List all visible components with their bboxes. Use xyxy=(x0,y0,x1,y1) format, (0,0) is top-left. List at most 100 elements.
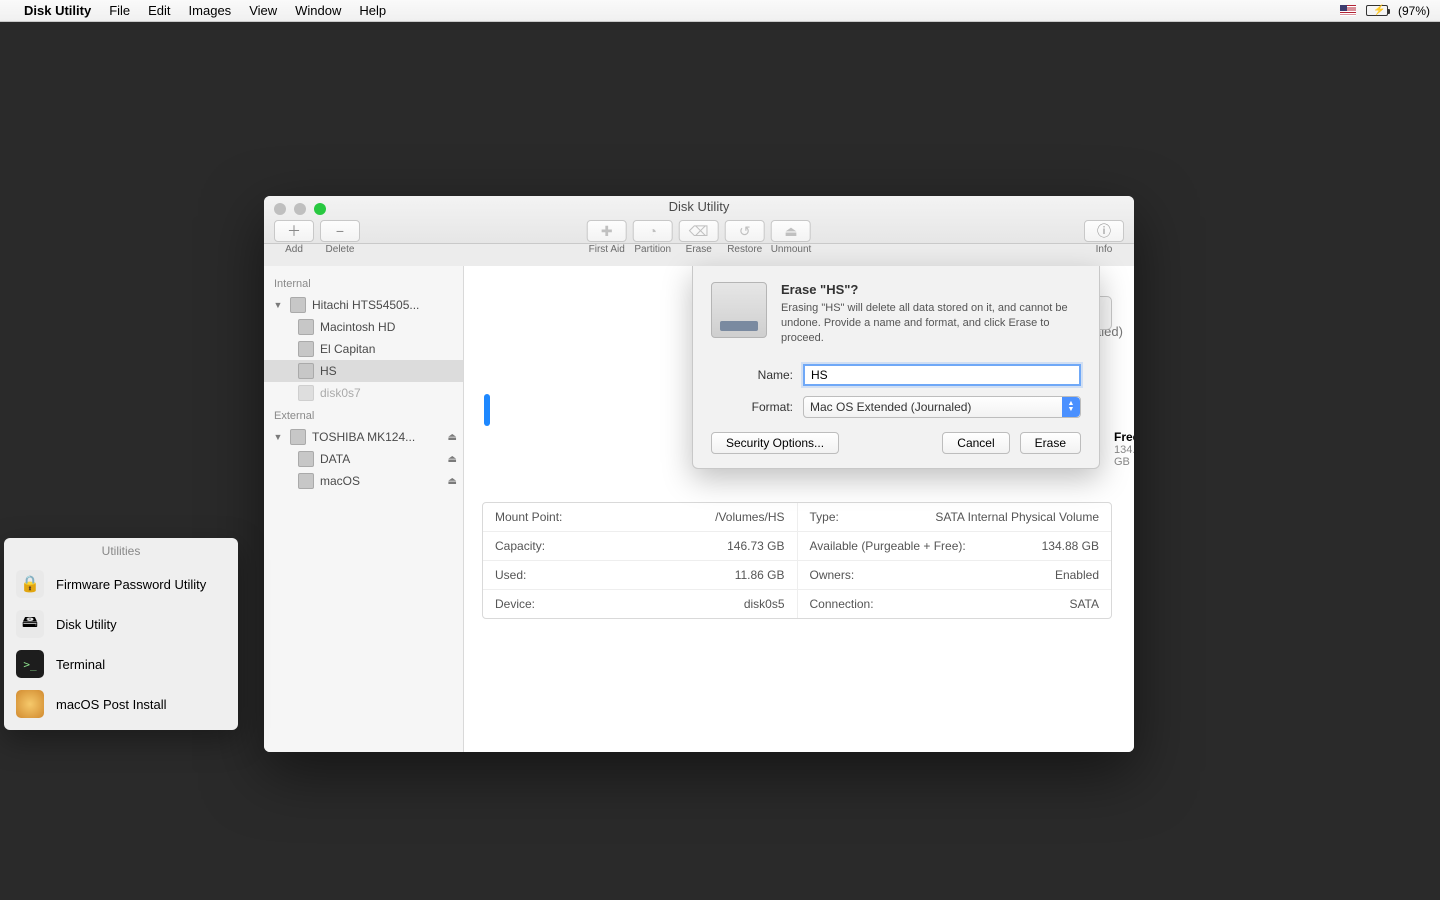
sidebar-item-label: El Capitan xyxy=(320,342,375,356)
sidebar-item-label: Hitachi HTS54505... xyxy=(312,298,419,312)
format-label: Format: xyxy=(711,400,793,414)
detail-value: /Volumes/HS xyxy=(715,510,784,524)
sidebar-item-label: disk0s7 xyxy=(320,386,361,400)
detail-key: Available (Purgeable + Free): xyxy=(810,539,966,553)
toolbar-unmount-button[interactable]: ⏏Unmount xyxy=(771,220,812,255)
drive-icon xyxy=(290,297,306,313)
select-arrows-icon: ▲▼ xyxy=(1062,397,1080,417)
sidebar-vol-disk0s7[interactable]: disk0s7 xyxy=(264,382,463,404)
toolbar-partition-label: Partition xyxy=(634,244,671,255)
volume-icon xyxy=(298,385,314,401)
sidebar: Internal ▼Hitachi HTS54505... Macintosh … xyxy=(264,266,464,752)
toolbar-add-label: Add xyxy=(285,244,303,255)
eject-icon[interactable]: ⏏ xyxy=(448,476,457,487)
sidebar-item-label: TOSHIBA MK124... xyxy=(312,430,415,444)
detail-key: Owners: xyxy=(810,568,855,582)
dock-item-diskutility[interactable]: 🖴 Disk Utility xyxy=(4,604,238,644)
free-legend: Free 134.88 GB xyxy=(1114,430,1134,468)
menubar: Disk Utility File Edit Images View Windo… xyxy=(0,0,1440,22)
volume-icon xyxy=(298,363,314,379)
sidebar-vol-macintosh-hd[interactable]: Macintosh HD xyxy=(264,316,463,338)
toolbar-erase-label: Erase xyxy=(686,244,712,255)
sidebar-disk-internal[interactable]: ▼Hitachi HTS54505... xyxy=(264,294,463,316)
eject-icon[interactable]: ⏏ xyxy=(448,454,457,465)
toolbar-partition-button[interactable]: ◔Partition xyxy=(633,220,673,255)
drive-icon xyxy=(290,429,306,445)
detail-key: Used: xyxy=(495,568,526,582)
menu-images[interactable]: Images xyxy=(189,3,232,18)
dock-item-label: macOS Post Install xyxy=(56,697,167,712)
sidebar-item-label: macOS xyxy=(320,474,360,488)
dock-utilities-popup: Utilities 🔒 Firmware Password Utility 🖴 Di… xyxy=(4,538,238,730)
cancel-button[interactable]: Cancel xyxy=(942,432,1009,454)
detail-value: Enabled xyxy=(1055,568,1099,582)
menu-edit[interactable]: Edit xyxy=(148,3,170,18)
sidebar-disk-external[interactable]: ▼TOSHIBA MK124...⏏ xyxy=(264,426,463,448)
drive-large-icon xyxy=(711,282,767,338)
free-label: Free xyxy=(1114,430,1134,444)
toolbar-firstaid-button[interactable]: ✚First Aid xyxy=(587,220,627,255)
toolbar-info-button[interactable]: ⓘInfo xyxy=(1084,220,1124,255)
toolbar-add-button[interactable]: ＋Add xyxy=(274,220,314,255)
menu-window[interactable]: Window xyxy=(295,3,341,18)
sidebar-external-header: External xyxy=(264,404,463,426)
window-title: Disk Utility xyxy=(264,199,1134,214)
sidebar-vol-data[interactable]: DATA ⏏ xyxy=(264,448,463,470)
detail-key: Capacity: xyxy=(495,539,545,553)
dock-item-label: Terminal xyxy=(56,657,105,672)
sidebar-item-label: DATA xyxy=(320,452,350,466)
app-menu[interactable]: Disk Utility xyxy=(24,3,91,18)
main-content: aled) 146.73 GB Free 134.88 GB Mount Poi… xyxy=(464,266,1134,752)
format-select[interactable]: Mac OS Extended (Journaled) ▲▼ xyxy=(803,396,1081,418)
detail-value: 134.88 GB xyxy=(1042,539,1099,553)
dock-popup-title: Utilities xyxy=(4,538,238,564)
dialog-title: Erase "HS"? xyxy=(781,282,1081,297)
lock-icon: 🔒 xyxy=(16,570,44,598)
name-input[interactable] xyxy=(803,364,1081,386)
eject-icon[interactable]: ⏏ xyxy=(448,432,457,443)
detail-value: SATA Internal Physical Volume xyxy=(935,510,1099,524)
battery-percent: (97%) xyxy=(1398,4,1430,18)
sidebar-vol-elcapitan[interactable]: El Capitan xyxy=(264,338,463,360)
dock-item-firmware[interactable]: 🔒 Firmware Password Utility xyxy=(4,564,238,604)
sidebar-vol-hs[interactable]: HS xyxy=(264,360,463,382)
erase-button[interactable]: Erase xyxy=(1020,432,1081,454)
dock-item-label: Firmware Password Utility xyxy=(56,577,206,592)
sidebar-internal-header: Internal xyxy=(264,272,463,294)
usage-bar xyxy=(484,394,490,426)
erase-dialog: Erase "HS"? Erasing "HS" will delete all… xyxy=(692,266,1100,469)
name-label: Name: xyxy=(711,368,793,382)
volume-icon xyxy=(298,451,314,467)
disk-utility-window: Disk Utility ＋Add −Delete ✚First Aid ◔Pa… xyxy=(264,196,1134,752)
volume-icon xyxy=(298,319,314,335)
free-value: 134.88 GB xyxy=(1114,444,1134,468)
battery-icon[interactable]: ⚡ xyxy=(1366,5,1388,16)
toolbar-erase-button[interactable]: ⌫Erase xyxy=(679,220,719,255)
toolbar-restore-button[interactable]: ↺Restore xyxy=(725,220,765,255)
window-titlebar: Disk Utility ＋Add −Delete ✚First Aid ◔Pa… xyxy=(264,196,1134,244)
sidebar-item-label: HS xyxy=(320,364,337,378)
detail-key: Device: xyxy=(495,597,535,611)
detail-key: Connection: xyxy=(810,597,874,611)
post-install-icon xyxy=(16,690,44,718)
menu-view[interactable]: View xyxy=(249,3,277,18)
sidebar-vol-macos[interactable]: macOS ⏏ xyxy=(264,470,463,492)
volume-icon xyxy=(298,341,314,357)
toolbar-restore-label: Restore xyxy=(727,244,762,255)
menu-file[interactable]: File xyxy=(109,3,130,18)
dock-item-postinstall[interactable]: macOS Post Install xyxy=(4,684,238,724)
detail-value: 146.73 GB xyxy=(727,539,784,553)
sidebar-item-label: Macintosh HD xyxy=(320,320,395,334)
dock-item-terminal[interactable]: >_ Terminal xyxy=(4,644,238,684)
dialog-body: Erasing "HS" will delete all data stored… xyxy=(781,301,1081,346)
menu-help[interactable]: Help xyxy=(359,3,386,18)
input-source-icon[interactable] xyxy=(1340,5,1356,16)
dock-item-label: Disk Utility xyxy=(56,617,117,632)
detail-value: disk0s5 xyxy=(744,597,785,611)
detail-value: SATA xyxy=(1069,597,1099,611)
terminal-icon: >_ xyxy=(16,650,44,678)
disk-utility-icon: 🖴 xyxy=(16,610,44,638)
toolbar-unmount-label: Unmount xyxy=(771,244,812,255)
security-options-button[interactable]: Security Options... xyxy=(711,432,839,454)
toolbar-delete-button[interactable]: −Delete xyxy=(320,220,360,255)
